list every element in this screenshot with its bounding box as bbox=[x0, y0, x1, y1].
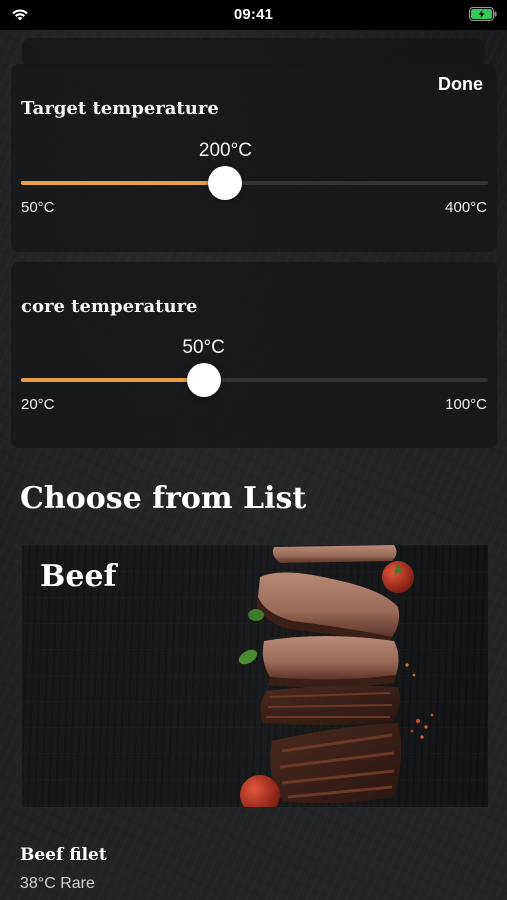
target-slider-thumb[interactable] bbox=[208, 166, 243, 200]
category-card-beef[interactable]: Beef bbox=[22, 545, 488, 807]
target-slider-fill bbox=[21, 181, 226, 185]
status-time: 09:41 bbox=[233, 6, 274, 23]
list-item-detail: 38°C Rare bbox=[20, 875, 95, 892]
done-button[interactable]: Done bbox=[438, 74, 483, 95]
status-bar: 09:41 bbox=[0, 0, 507, 30]
sliced-steak-image bbox=[238, 545, 434, 807]
core-min-label: 20°C bbox=[21, 396, 55, 413]
core-max-label: 100°C bbox=[445, 396, 487, 413]
target-max-label: 400°C bbox=[445, 199, 487, 216]
target-temperature-title: Target temperature bbox=[21, 98, 219, 119]
battery-charging-icon bbox=[469, 7, 497, 21]
core-temperature-value: 50°C bbox=[182, 337, 225, 358]
core-temperature-title: core temperature bbox=[21, 296, 198, 317]
core-temperature-panel: core temperature 50°C 20°C 100°C bbox=[11, 262, 497, 448]
core-slider-fill bbox=[21, 378, 204, 382]
target-temperature-panel: Done Target temperature 200°C 50°C 400°C bbox=[11, 64, 497, 252]
choose-from-list-heading: Choose from List bbox=[20, 481, 307, 516]
list-item-name[interactable]: Beef filet bbox=[20, 845, 107, 865]
target-min-label: 50°C bbox=[21, 199, 55, 216]
target-temperature-value: 200°C bbox=[198, 140, 252, 161]
target-temperature-slider[interactable] bbox=[21, 166, 488, 200]
category-title-beef: Beef bbox=[40, 559, 117, 594]
core-temperature-slider[interactable] bbox=[21, 363, 488, 397]
core-slider-thumb[interactable] bbox=[186, 363, 221, 397]
